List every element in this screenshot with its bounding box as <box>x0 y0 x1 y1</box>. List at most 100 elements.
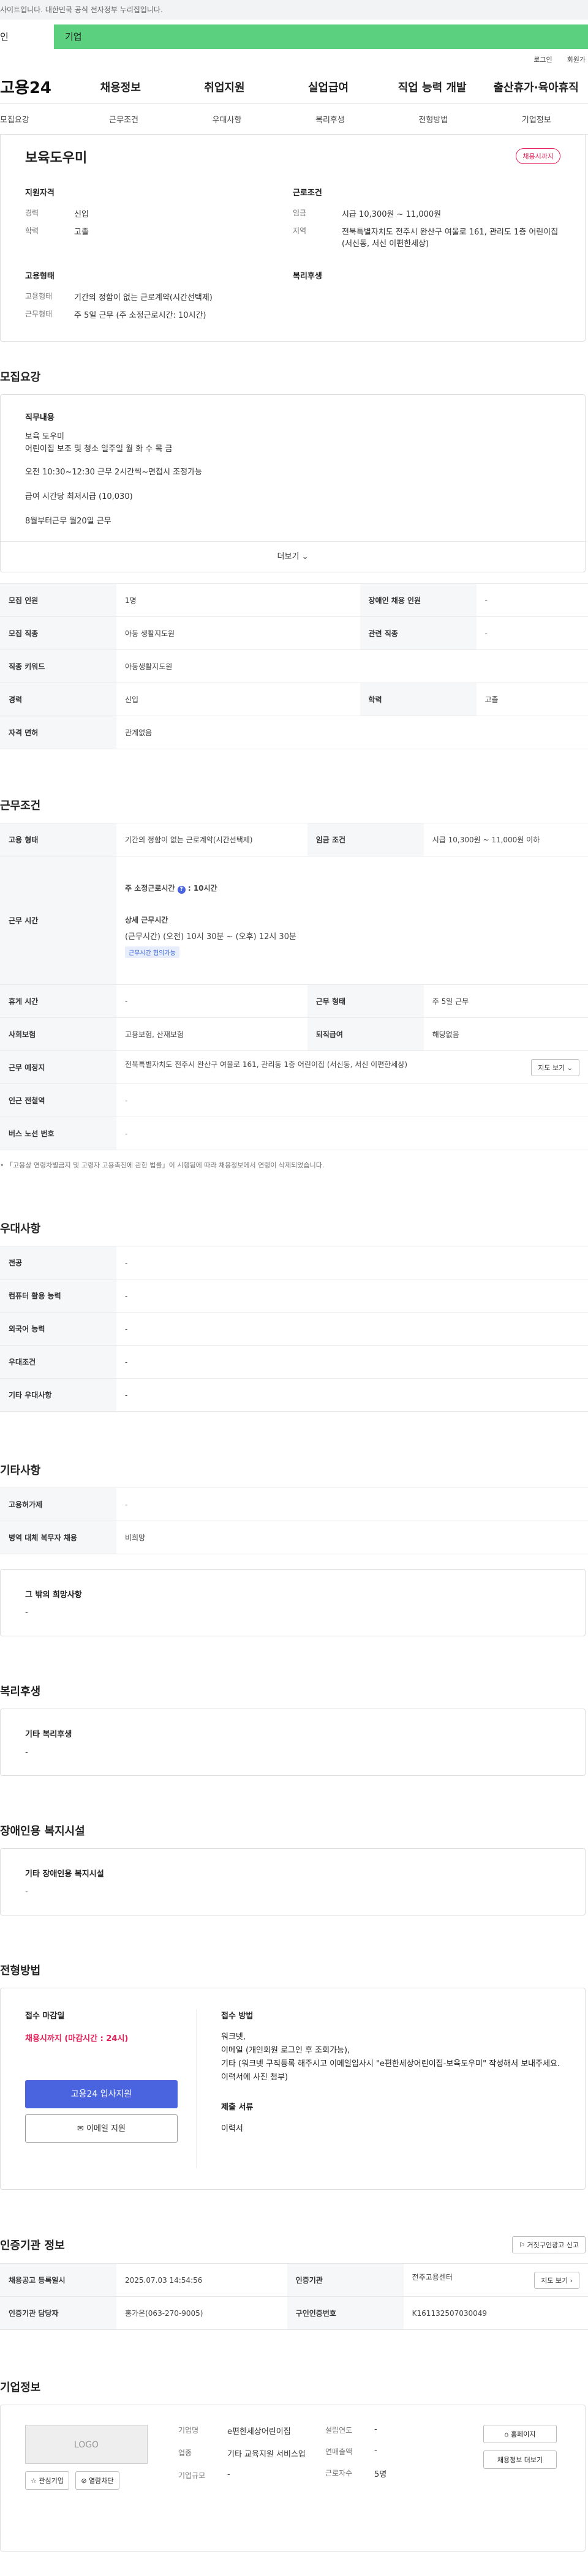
gov-notice-bar: 사이트입니다. 대한민국 공식 전자정부 누리집입니다. <box>0 0 588 20</box>
method-title: 접수 방법 <box>221 2009 560 2021</box>
cell-header: 근무 예정지 <box>0 1051 116 1084</box>
table-row: 근무 예정지전북특별자치도 전주시 완산구 여울로 161, 관리동 1층 어린… <box>0 1051 588 1084</box>
weekly-value: 10시간 <box>194 884 217 893</box>
more-jobs-button[interactable]: 채용정보 더보기 <box>483 2451 557 2469</box>
edu-label: 학력 <box>25 225 74 237</box>
more-button[interactable]: 더보기 ⌄ <box>1 541 585 572</box>
gnb-jobs[interactable]: 채용정보 <box>69 79 173 95</box>
cell-header: 장애인 채용 인원 <box>360 584 477 617</box>
company-heading: 기업정보 <box>0 2379 588 2395</box>
company-name-label: 기업명 <box>178 2425 227 2436</box>
career-value: 신입 <box>74 208 293 219</box>
cert-map-button[interactable]: 지도 보기 › <box>534 2272 579 2289</box>
subnav-selection[interactable]: 전형방법 <box>382 113 484 125</box>
gnb-skill-development[interactable]: 직업 능력 개발 <box>380 79 484 95</box>
login-link[interactable]: 로그인 <box>533 54 552 64</box>
report-button[interactable]: ⚐ 거짓구인광고 신고 <box>512 2236 586 2253</box>
tab-enterprise[interactable]: 기업 <box>54 24 588 49</box>
utility-bar: 로그인 회원가 <box>0 49 588 70</box>
edu-value: 고졸 <box>74 225 293 237</box>
cell-value: - <box>116 1488 588 1521</box>
apply-button[interactable]: 고용24 입사지원 <box>25 2080 178 2108</box>
cell-value: 아동 생활지도원 <box>116 617 360 650</box>
disabled-heading: 장애인용 복지시설 <box>0 1822 588 1838</box>
selection-heading: 전형방법 <box>0 1962 588 1978</box>
method-line: 워크넷, <box>221 2031 560 2044</box>
cell-value: 고용보험, 산재보험 <box>116 1018 307 1051</box>
founded-value: - <box>374 2425 435 2435</box>
age-note: • 「고용상 연령차별금지 및 고령자 고용촉진에 관한 법률」이 시행됨에 따… <box>0 1160 588 1170</box>
cell-value: - <box>116 1246 588 1279</box>
map-button[interactable]: 지도 보기 ⌄ <box>531 1059 579 1076</box>
table-row: 직종 키워드아동생활지도원 <box>0 650 588 683</box>
size-value: - <box>227 2470 325 2481</box>
table-row: 자격 면허관계없음 <box>0 716 588 749</box>
cell-header: 채용공고 등록일시 <box>0 2264 116 2297</box>
work-heading: 근무조건 <box>0 797 588 813</box>
employees-value: 5명 <box>374 2468 435 2479</box>
employment-title: 고용형태 <box>25 269 293 281</box>
cert-heading: 인증기관 정보 <box>0 2237 65 2253</box>
star-icon: ☆ <box>31 2477 37 2485</box>
cell-value: 시급 10,300원 ~ 11,000원 이하 <box>424 823 588 856</box>
qualification-title: 지원자격 <box>25 186 293 198</box>
etc-heading: 기타사항 <box>0 1462 588 1478</box>
cell-header: 병역 대체 복무자 채용 <box>0 1521 116 1554</box>
email-apply-label: 이메일 지원 <box>86 2124 126 2133</box>
homepage-button[interactable]: ⌂ 홈페이지 <box>483 2425 557 2443</box>
duty-line: 보육 도우미 <box>25 431 560 443</box>
homepage-label: 홈페이지 <box>511 2430 535 2438</box>
site-logo[interactable]: 고용24 <box>0 75 69 98</box>
table-row: 모집 인원1명장애인 채용 인원- <box>0 584 588 617</box>
recruit-table: 모집 인원1명장애인 채용 인원- 모집 직종아동 생활지도원관련 직종- 직종… <box>0 583 588 749</box>
block-button[interactable]: ⊘ 열람차단 <box>75 2471 119 2490</box>
docs-value: 이력서 <box>221 2122 560 2133</box>
gnb-unemployment-benefit[interactable]: 실업급여 <box>276 79 380 95</box>
conditions-title: 근로조건 <box>293 186 560 198</box>
subnav-welfare[interactable]: 복리후생 <box>279 113 382 125</box>
cell-header: 전공 <box>0 1246 116 1279</box>
tab-individual[interactable]: 인 <box>0 24 54 49</box>
table-row: 채용공고 등록일시2025.07.03 14:54:56인증기관전주고용센터지도… <box>0 2264 588 2297</box>
subnav-company[interactable]: 기업정보 <box>485 113 588 125</box>
workform-value: 주 5일 근무 (주 소정근로시간: 10시간) <box>74 309 293 320</box>
page-bottom-spacer <box>0 2552 588 2576</box>
gnb-parental-leave[interactable]: 출산휴가·육아휴직 <box>484 79 588 95</box>
cert-agency-cell: 전주고용센터 지도 보기 › <box>404 2264 588 2297</box>
cell-value: - <box>116 1346 588 1379</box>
disabled-box-title: 기타 장애인용 복지시설 <box>25 1867 560 1879</box>
welfare-box-value: - <box>25 1748 560 1757</box>
home-icon: ⌂ <box>505 2430 509 2438</box>
etc-box-value: - <box>25 1608 560 1617</box>
subnav-conditions[interactable]: 근무조건 <box>72 113 175 125</box>
email-apply-button[interactable]: ✉ 이메일 지원 <box>25 2114 178 2143</box>
table-row: 경력신입학력고졸 <box>0 683 588 716</box>
duty-line: 8월부터근무 월20일 근무 <box>25 515 560 528</box>
employees-label: 근로자수 <box>325 2468 374 2479</box>
work-table: 고용 형태기간의 정함이 없는 근로계약(시간선택제)임금 조건시급 10,30… <box>0 823 588 1150</box>
cell-value: 홍가은(063-270-9005) <box>116 2297 287 2330</box>
subnav-preferences[interactable]: 우대사항 <box>175 113 278 125</box>
job-summary-card: 보육도우미 채용시까지 지원자격 경력신입 학력고졸 근로조건 임금시급 10,… <box>0 135 586 342</box>
detail-label: 상세 근무시간 <box>125 915 579 925</box>
cell-header: 모집 직종 <box>0 617 116 650</box>
subnav-recruit[interactable]: 모집요강 <box>0 113 72 125</box>
cell-value: 2025.07.03 14:54:56 <box>116 2264 287 2297</box>
gnb-employment-support[interactable]: 취업지원 <box>173 79 277 95</box>
favorite-button[interactable]: ☆ 관심기업 <box>25 2471 69 2490</box>
cell-header: 사회보험 <box>0 1018 116 1051</box>
mail-icon: ✉ <box>77 2124 84 2133</box>
report-icon: ⚐ <box>519 2241 525 2249</box>
cell-value: - <box>116 1279 588 1312</box>
join-link[interactable]: 회원가 <box>567 54 586 64</box>
industry-value: 기타 교육지원 서비스업 <box>227 2447 325 2459</box>
table-row: 고용허가제- <box>0 1488 588 1521</box>
cell-header: 경력 <box>0 683 116 716</box>
cell-header: 기타 우대사항 <box>0 1379 116 1412</box>
deadline-value: 채용시까지 (마감시간 : 24시) <box>25 2032 178 2043</box>
cell-header: 우대조건 <box>0 1346 116 1379</box>
disabled-box-value: - <box>25 1887 560 1896</box>
cert-agency-value: 전주고용센터 <box>412 2273 453 2282</box>
cell-header: 자격 면허 <box>0 716 116 749</box>
career-label: 경력 <box>25 208 74 219</box>
